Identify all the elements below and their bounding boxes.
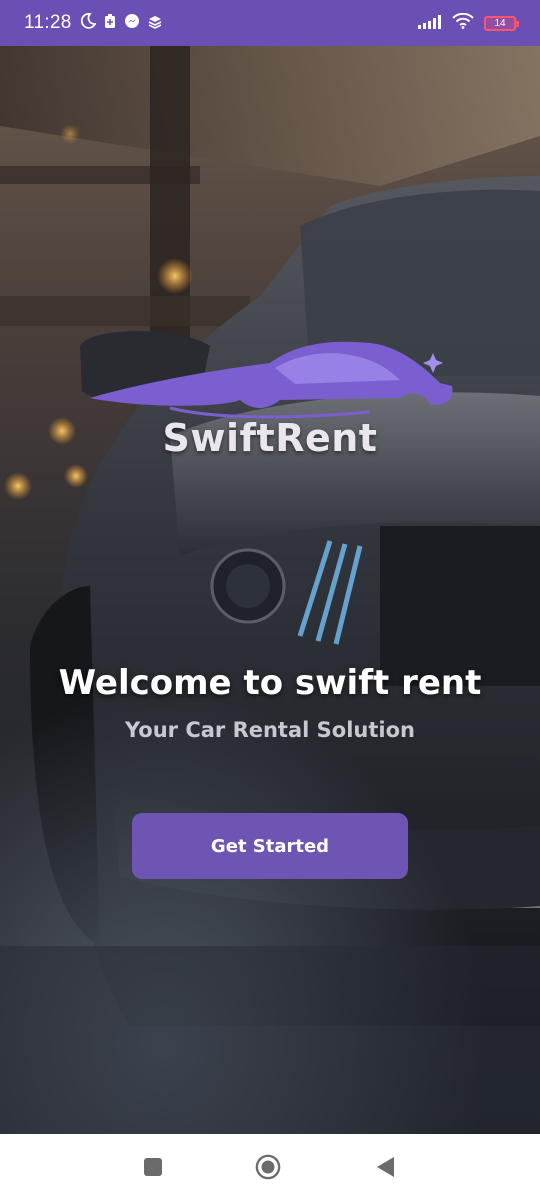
battery-icon: 14 xyxy=(484,15,519,31)
welcome-title: Welcome to swift rent xyxy=(58,663,482,703)
signal-icon xyxy=(418,14,442,33)
hero-background: ZH·487 2 SwiftRent Welcome to swift rent… xyxy=(0,46,540,1134)
wifi-icon xyxy=(452,12,474,33)
status-time: 11:28 xyxy=(24,12,72,33)
welcome-subtitle: Your Car Rental Solution xyxy=(125,718,415,742)
layers-icon xyxy=(148,14,162,33)
system-nav-bar xyxy=(0,1134,540,1200)
status-left: 11:28 xyxy=(24,12,162,34)
recent-apps-icon[interactable] xyxy=(140,1154,166,1180)
battery-level: 14 xyxy=(494,17,506,29)
battery-saver-icon xyxy=(104,13,116,33)
get-started-label: Get Started xyxy=(210,835,330,857)
status-right: 14 xyxy=(418,12,519,33)
home-icon[interactable] xyxy=(255,1154,281,1180)
messenger-icon xyxy=(124,13,140,33)
back-icon[interactable] xyxy=(372,1154,398,1180)
get-started-button[interactable]: Get Started xyxy=(132,813,408,879)
moon-icon xyxy=(80,13,97,33)
brand-name: SwiftRent xyxy=(162,416,378,460)
car-background-image: ZH·487 2 xyxy=(0,46,540,1134)
status-bar: 11:28 14 xyxy=(0,0,540,46)
